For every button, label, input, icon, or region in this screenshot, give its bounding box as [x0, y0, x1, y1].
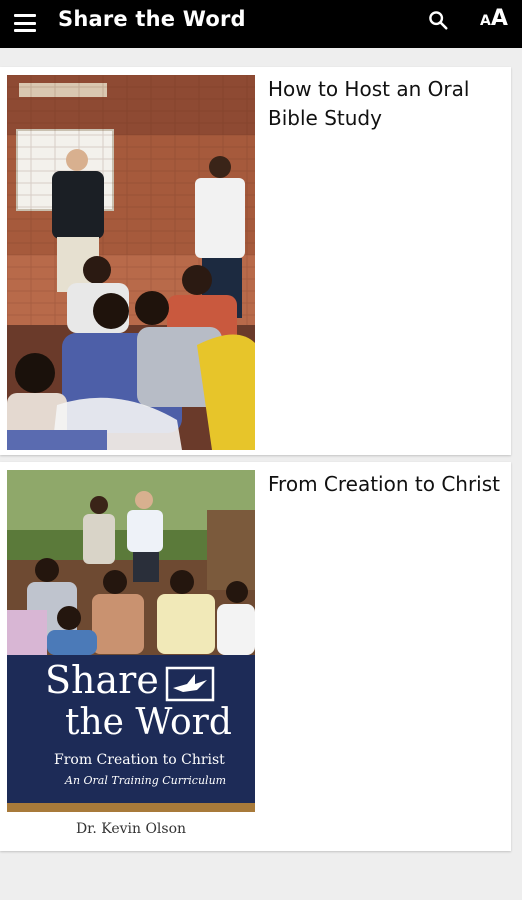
classroom-photo-image: [7, 75, 255, 450]
cover-title-line2: the Word: [65, 702, 232, 743]
app-bar: Share the Word AA: [0, 0, 522, 48]
cover-subtitle: From Creation to Christ: [54, 752, 225, 768]
cover-tagline: An Oral Training Curriculum: [65, 774, 227, 787]
font-size-big-letter: A: [490, 6, 508, 31]
cover-decorative-band: [7, 803, 255, 812]
card-title: How to Host an Oral Bible Study: [268, 77, 470, 130]
font-size-icon[interactable]: AA: [480, 6, 508, 31]
app-title: Share the Word: [58, 7, 246, 31]
cover-title-line1: Share: [45, 658, 159, 702]
cover-author: Dr. Kevin Olson: [75, 821, 187, 837]
font-size-small-letter: A: [480, 13, 491, 29]
study-card-oral-bible-study[interactable]: How to Host an Oral Bible Study: [0, 67, 511, 455]
oral-bible-study-photo: [7, 75, 255, 450]
study-card-creation-to-christ[interactable]: Share the Word From Creation to Christ A…: [0, 462, 511, 851]
search-icon[interactable]: [427, 9, 449, 31]
dove-logo-icon: [165, 666, 215, 702]
hamburger-menu-icon[interactable]: [14, 14, 36, 32]
card-title: From Creation to Christ: [268, 472, 501, 496]
book-cover: Share the Word From Creation to Christ A…: [7, 470, 255, 843]
